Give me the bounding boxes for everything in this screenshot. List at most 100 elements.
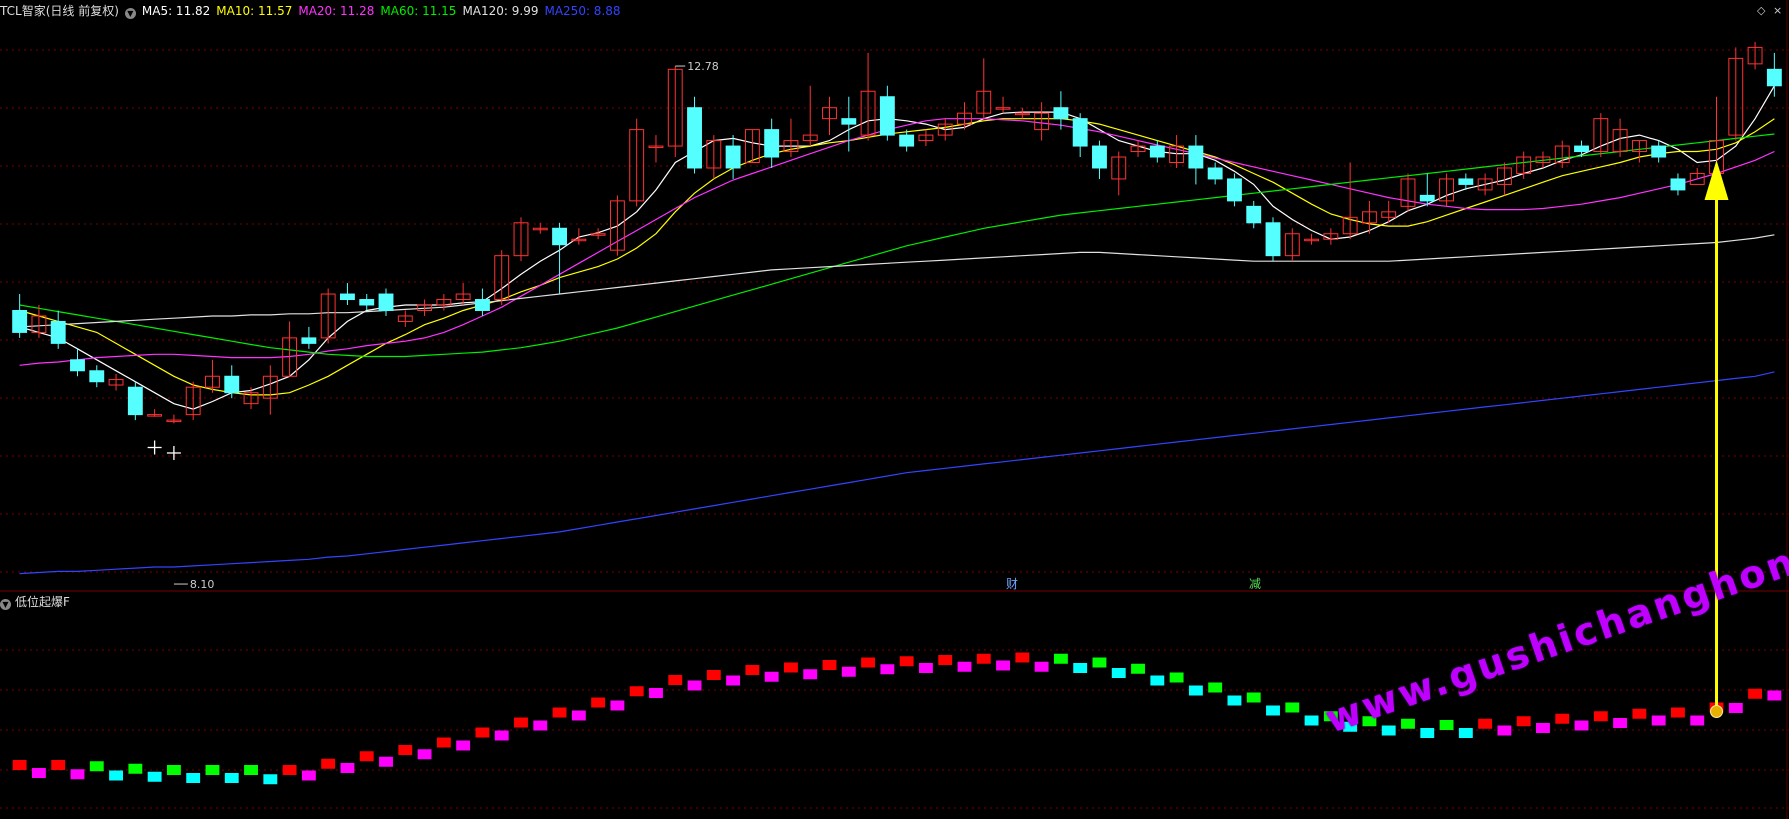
- candle-down: [1246, 205, 1262, 224]
- candle-down: [1651, 145, 1667, 158]
- candle-down: [474, 299, 490, 311]
- candle-down: [1458, 178, 1474, 185]
- indicator-bar: [224, 773, 239, 783]
- indicator-bar: [1497, 725, 1512, 736]
- signal-arrow-head: [1704, 159, 1729, 200]
- indicator-bar: [726, 675, 741, 686]
- marker-cai: 财: [1006, 577, 1018, 591]
- candle-down: [1766, 68, 1782, 87]
- indicator-bar: [571, 710, 586, 721]
- indicator-bar: [205, 765, 220, 775]
- indicator-bar: [880, 664, 895, 675]
- marker-jian: 减: [1249, 577, 1261, 591]
- candle-down: [127, 386, 143, 416]
- indicator-bar: [282, 765, 297, 775]
- candle-down: [12, 309, 28, 333]
- indicator-bar: [1227, 695, 1242, 706]
- indicator-bar: [533, 720, 548, 731]
- candle-down: [1053, 107, 1069, 120]
- candle-down: [764, 129, 780, 158]
- ma-line-ma20: [19, 118, 1775, 366]
- indicator-bar: [128, 763, 143, 774]
- indicator-bar: [301, 770, 316, 781]
- indicator-bar: [1748, 688, 1763, 699]
- indicator-bar: [1188, 685, 1203, 696]
- indicator-bar: [514, 717, 528, 728]
- indicator-bar: [1169, 672, 1184, 683]
- indicator-bar: [1555, 713, 1570, 724]
- indicator-bar: [70, 769, 85, 780]
- indicator-bar: [321, 758, 336, 769]
- indicator-bar: [475, 727, 490, 738]
- indicator-bar: [1150, 675, 1165, 686]
- indicator-bar: [1690, 715, 1705, 726]
- indicator-bar: [1671, 707, 1685, 718]
- indicator-bar: [822, 660, 837, 670]
- indicator-bar: [899, 656, 914, 667]
- price-chart[interactable]: 12.78 8.10 财 减: [0, 0, 1789, 819]
- candle-down: [725, 145, 741, 169]
- candle-down: [89, 370, 105, 383]
- indicator-bar: [359, 751, 374, 762]
- indicator-bar: [1420, 728, 1435, 738]
- indicator-bar: [1728, 703, 1743, 713]
- indicator-bar: [957, 661, 972, 672]
- indicator-bar: [12, 760, 27, 770]
- indicator-bar: [861, 657, 876, 668]
- candle-down: [70, 359, 85, 372]
- indicator-bar: [1073, 663, 1088, 673]
- indicator-bar: [1053, 653, 1068, 664]
- candle-down: [378, 293, 394, 311]
- indicator-bar: [436, 737, 451, 748]
- indicator-bar: [51, 760, 66, 770]
- indicator-bar: [1401, 718, 1415, 729]
- indicator-bar: [456, 740, 471, 751]
- indicator-bar: [1246, 692, 1261, 703]
- indicator-bar: [1478, 718, 1493, 729]
- indicator-bar: [398, 745, 413, 755]
- indicator-bar: [1516, 716, 1531, 727]
- indicator-bar: [629, 686, 644, 697]
- candle-down: [1670, 178, 1686, 191]
- indicator-bar: [1574, 720, 1589, 731]
- indicator-bar: [591, 697, 606, 708]
- candle-down: [1227, 178, 1242, 202]
- indicator-bar: [166, 765, 181, 775]
- candle-down: [1265, 222, 1281, 257]
- candle-down: [1574, 145, 1589, 153]
- indicator-bar: [1536, 723, 1550, 733]
- candle-down: [899, 134, 915, 147]
- indicator-bar: [1266, 705, 1280, 716]
- indicator-bar: [918, 663, 933, 673]
- indicator-bar: [1131, 663, 1145, 674]
- indicator-bar: [649, 688, 663, 698]
- coin-signal-icon: [1710, 705, 1724, 718]
- indicator-bar: [745, 665, 760, 675]
- candle-down: [1207, 167, 1223, 180]
- candle-down: [340, 293, 355, 301]
- candle-down: [879, 96, 895, 136]
- indicator-bar: [764, 671, 779, 682]
- candle-down: [1092, 145, 1107, 169]
- indicator-bar: [1613, 718, 1628, 728]
- ma-line-ma60: [19, 133, 1775, 358]
- indicator-bar: [263, 774, 278, 785]
- low-label: 8.10: [190, 578, 215, 591]
- indicator-bar: [89, 761, 104, 772]
- candle-down: [301, 337, 317, 344]
- candle-down: [687, 107, 702, 169]
- indicator-bar: [706, 670, 721, 680]
- indicator-bar: [1381, 725, 1396, 736]
- indicator-bar: [1593, 711, 1608, 722]
- candle-down: [1188, 145, 1204, 169]
- indicator-bar: [1034, 661, 1049, 672]
- indicator-bar: [1015, 652, 1030, 663]
- indicator-bar: [976, 653, 991, 664]
- indicator-bar: [1439, 720, 1454, 730]
- indicator-bar: [938, 655, 953, 665]
- indicator-bar: [1632, 708, 1647, 719]
- indicator-bar: [1458, 728, 1473, 738]
- indicator-bar: [417, 749, 432, 760]
- candle-down: [1072, 118, 1088, 147]
- candle-down: [552, 227, 567, 246]
